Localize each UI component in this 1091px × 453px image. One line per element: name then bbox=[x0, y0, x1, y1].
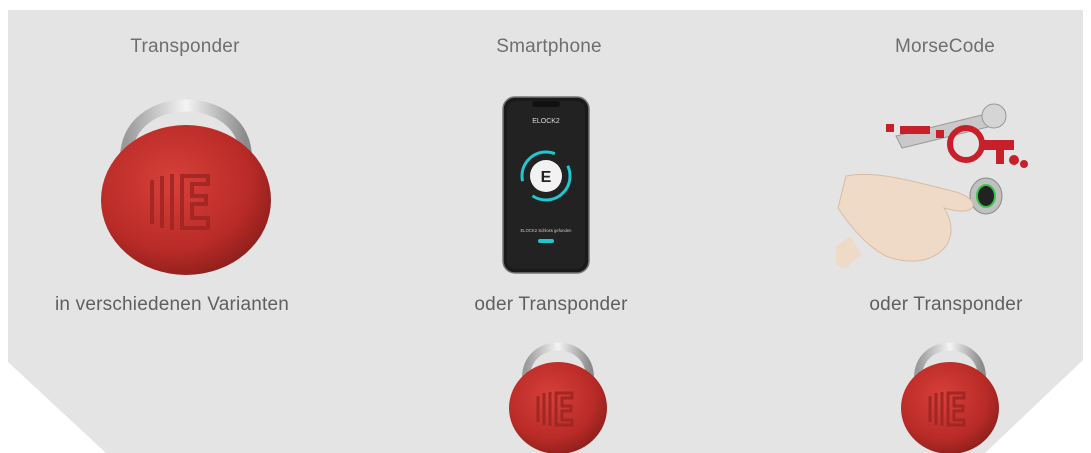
phone-status-text: ELOCK2 Schloss gefunden bbox=[521, 228, 573, 233]
column-title-morsecode: MorseCode bbox=[894, 36, 996, 57]
column-caption-or-transponder-2: oder Transponder bbox=[869, 294, 1023, 315]
phone-brand: ELOCK2 bbox=[532, 118, 560, 125]
svg-text:E: E bbox=[541, 169, 552, 186]
morse-code-hand-icon bbox=[836, 103, 1028, 268]
transponder-keyfob-small-icon-2 bbox=[901, 342, 999, 453]
transponder-keyfob-icon bbox=[101, 99, 271, 275]
smartphone-icon: ELOCK2 E ELOCK2 Schloss gefunden bbox=[502, 96, 590, 274]
column-caption-or-transponder: oder Transponder bbox=[474, 294, 628, 315]
column-title-smartphone: Smartphone bbox=[496, 36, 602, 57]
column-caption-variants: in verschiedenen Varianten bbox=[54, 294, 290, 315]
column-title-transponder: Transponder bbox=[130, 36, 240, 57]
transponder-keyfob-small-icon bbox=[509, 342, 607, 453]
